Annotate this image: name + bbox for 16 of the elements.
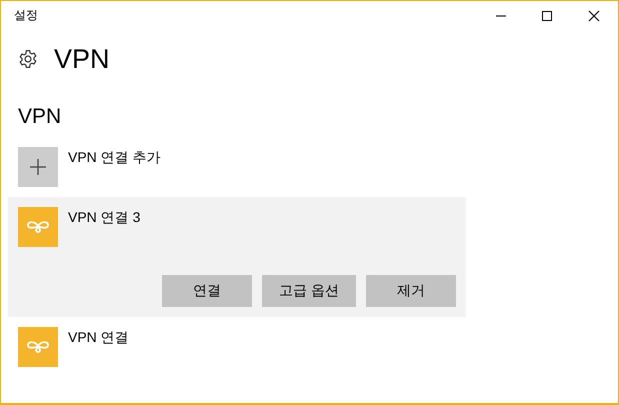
page-title: VPN	[54, 44, 110, 74]
connection-name: VPN 연결 3	[68, 209, 140, 227]
settings-icon	[18, 49, 38, 69]
action-button[interactable]: 연결	[162, 275, 252, 307]
vpn-item[interactable]: VPN 연결 3 연결 고급 옵션 제거	[8, 197, 466, 317]
section-heading: VPN	[18, 105, 62, 130]
vpn-icon	[26, 340, 50, 354]
close-icon[interactable]	[588, 10, 600, 22]
add-connection-label[interactable]: VPN 연결 추가	[68, 149, 161, 167]
maximize-icon[interactable]	[541, 10, 553, 22]
action-button[interactable]: 고급 옵션	[262, 275, 356, 307]
action-button[interactable]: 제거	[366, 275, 456, 307]
window-title: 설정	[14, 6, 38, 24]
connection-name[interactable]: VPN 연결	[68, 329, 129, 347]
plus-icon[interactable]	[30, 159, 46, 175]
vpn-icon	[26, 220, 50, 234]
